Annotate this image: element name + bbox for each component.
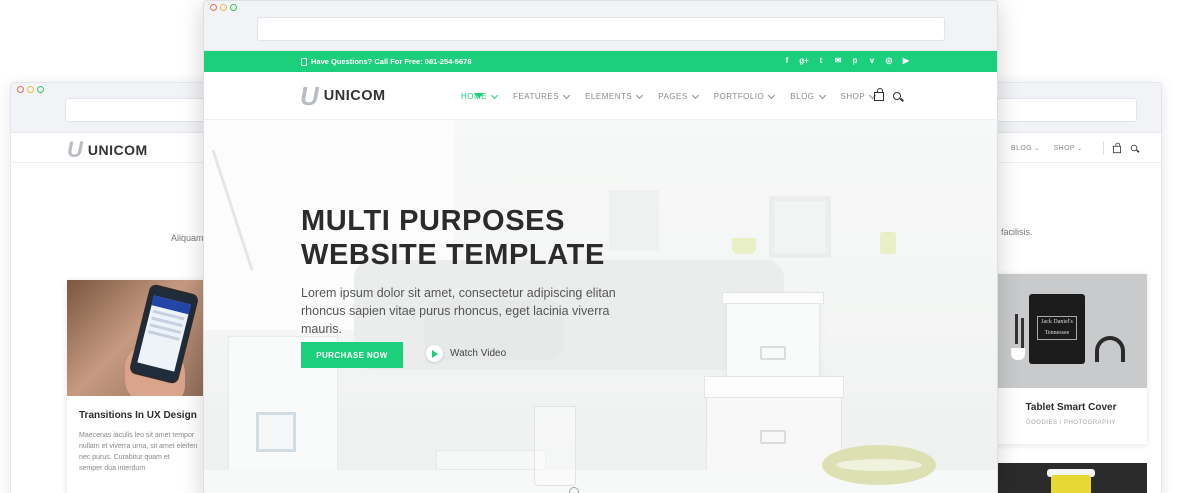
chevron-down-icon <box>563 91 571 99</box>
maximize-dot-icon[interactable] <box>37 86 44 93</box>
watch-video-link[interactable]: Watch Video <box>426 345 506 362</box>
hero-title-line-1: MULTI PURPOSES <box>301 205 566 237</box>
logo-text: UNICOM <box>87 142 148 158</box>
chevron-down-icon <box>768 91 776 99</box>
menu-item-label: HOME <box>461 92 487 101</box>
showcase-stage: U UNICOM BLOG SHOP Aliquam facilisis. <box>0 0 1200 493</box>
vimeo-icon[interactable]: v <box>867 56 877 66</box>
pens-shape <box>1015 314 1018 344</box>
chevron-down-icon <box>490 91 499 99</box>
back-menu: BLOG SHOP <box>1011 145 1083 152</box>
hero-subtitle: Lorem ipsum dolor sit amet, consectetur … <box>301 286 616 336</box>
maximize-dot-icon[interactable] <box>230 4 237 11</box>
blog-card[interactable]: Transitions In UX Design Maecenas iaculi… <box>67 280 217 493</box>
menu-item-pages[interactable]: PAGES <box>658 91 699 101</box>
menu-item-home[interactable]: HOME <box>461 91 499 101</box>
main-menu: HOME FEATURES ELEMENTS PAGES PORTFOLIO B… <box>461 91 877 101</box>
logo-mark-icon: U <box>67 137 83 162</box>
google-plus-icon[interactable]: g+ <box>799 56 809 66</box>
back-intro-text: Aliquam <box>171 233 204 243</box>
back-intro-text-right: facilisis. <box>1001 227 1033 237</box>
menu-item-portfolio[interactable]: PORTFOLIO <box>713 91 776 101</box>
menu-item-label: ELEMENTS <box>585 92 633 101</box>
product-card-title[interactable]: Tablet Smart Cover <box>995 402 1147 413</box>
close-dot-icon[interactable] <box>210 4 217 11</box>
back-logo[interactable]: U UNICOM <box>67 137 148 162</box>
back-menu-blog[interactable]: BLOG <box>1011 145 1040 152</box>
tshirt-label: Jack Daniel's Tennessee <box>1037 316 1077 340</box>
search-icon[interactable] <box>893 91 901 100</box>
menu-item-shop[interactable]: SHOP <box>840 91 877 101</box>
shopping-bag-icon[interactable] <box>1113 142 1121 153</box>
blog-card-image <box>67 280 217 396</box>
menu-item-label: PAGES <box>658 92 688 101</box>
product-card[interactable]: Jack Daniel's Tennessee Tablet Smart Cov… <box>995 274 1147 444</box>
pinterest-icon[interactable]: p <box>850 56 860 66</box>
menu-item-label: SHOP <box>840 92 866 101</box>
chevron-down-icon <box>636 91 644 99</box>
facebook-icon[interactable]: f <box>782 56 792 66</box>
shopping-bag-icon[interactable] <box>874 88 884 101</box>
product-card-tags[interactable]: GOODIES / PHOTOGRAPHY <box>995 420 1147 426</box>
twitter-icon[interactable]: t <box>816 56 826 66</box>
window-controls <box>210 4 237 11</box>
headphones-icon <box>1095 336 1125 362</box>
watch-video-label: Watch Video <box>450 348 507 359</box>
menu-item-label: PORTFOLIO <box>713 92 765 101</box>
coffee-cup-shape <box>1051 475 1091 493</box>
menu-item-label: FEATURES <box>513 92 560 101</box>
menu-item-label: BLOG <box>790 92 815 101</box>
youtube-icon[interactable]: ▶ <box>901 56 911 66</box>
phone-icon <box>301 57 307 66</box>
product-card-image: Jack Daniel's Tennessee <box>995 274 1147 388</box>
blog-card-excerpt: Maecenas iaculis leo sit amet tempor nul… <box>79 432 198 472</box>
chevron-down-icon <box>818 91 826 99</box>
product-card-2[interactable] <box>995 463 1147 493</box>
cup-shape <box>1011 348 1025 360</box>
logo-text: UNICOM <box>323 88 386 104</box>
blog-card-title[interactable]: Transitions In UX Design <box>79 410 197 421</box>
window-controls <box>17 86 44 93</box>
logo-mark-icon: U <box>300 81 319 111</box>
site-logo[interactable]: U UNICOM <box>300 81 386 111</box>
front-browser-chrome <box>204 1 997 51</box>
purchase-now-button[interactable]: PURCHASE NOW <box>301 342 403 368</box>
menu-item-features[interactable]: FEATURES <box>513 91 571 101</box>
close-dot-icon[interactable] <box>17 86 24 93</box>
main-navbar: U UNICOM HOME FEATURES ELEMENTS PAGES PO… <box>204 72 997 120</box>
menu-item-elements[interactable]: ELEMENTS <box>585 91 644 101</box>
tshirt-shape: Jack Daniel's Tennessee <box>1029 294 1085 364</box>
social-links: f g+ t ✉ p v ◎ ▶ <box>782 56 911 66</box>
minimize-dot-icon[interactable] <box>220 4 227 11</box>
contact-info: Have Questions? Call For Free: 081-254-5… <box>301 57 472 66</box>
back-menu-shop[interactable]: SHOP <box>1054 145 1083 152</box>
dribbble-icon[interactable]: ◎ <box>884 56 894 66</box>
email-icon[interactable]: ✉ <box>833 56 843 66</box>
search-icon[interactable] <box>1130 144 1138 152</box>
menu-item-blog[interactable]: BLOG <box>790 91 826 101</box>
hero-title-line-2: WEBSITE TEMPLATE <box>301 239 605 271</box>
top-contact-bar: Have Questions? Call For Free: 081-254-5… <box>204 51 997 72</box>
front-address-bar[interactable] <box>257 17 945 41</box>
hero-title: MULTI PURPOSES WEBSITE TEMPLATE <box>301 204 721 272</box>
back-nav-icons <box>1103 141 1138 155</box>
minimize-dot-icon[interactable] <box>27 86 34 93</box>
contact-text[interactable]: Have Questions? Call For Free: 081-254-5… <box>311 57 472 66</box>
front-browser-window: Have Questions? Call For Free: 081-254-5… <box>203 0 998 493</box>
play-icon[interactable] <box>426 345 443 362</box>
hero-section: MULTI PURPOSES WEBSITE TEMPLATE Lorem ip… <box>204 120 997 493</box>
phone-mockup <box>128 283 200 385</box>
chevron-down-icon <box>691 91 699 99</box>
nav-icons <box>874 88 901 101</box>
scroll-mouse-icon[interactable] <box>569 487 579 493</box>
